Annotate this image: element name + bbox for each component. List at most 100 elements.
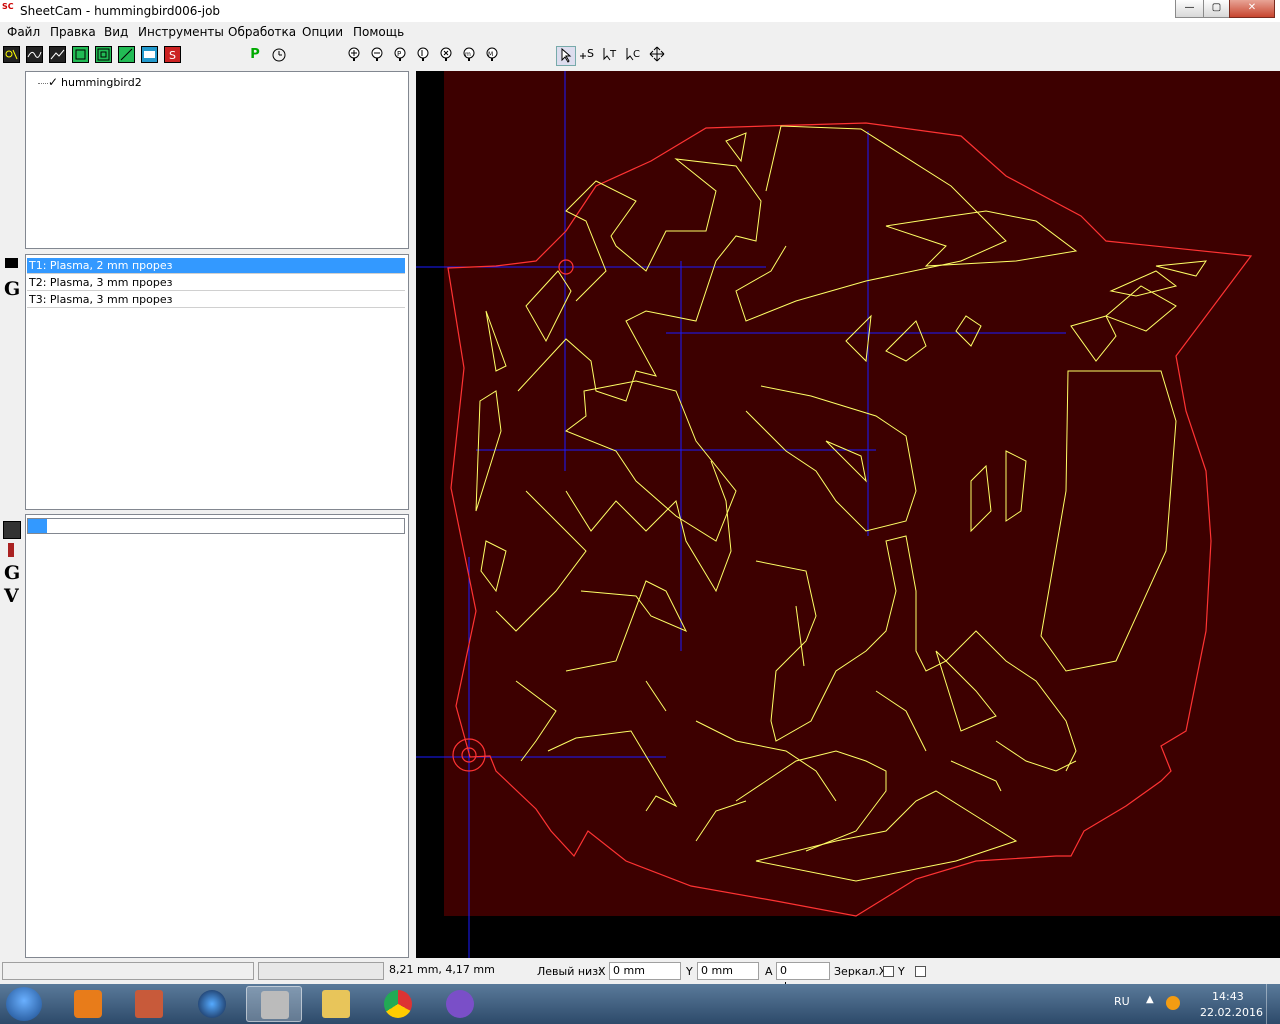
svg-text:S: S	[587, 47, 594, 60]
media-player-icon	[74, 990, 102, 1018]
menu-file[interactable]: Файл	[7, 25, 40, 39]
sidebar-icons: G G V	[0, 71, 24, 958]
menu-processing[interactable]: Обработка	[228, 25, 296, 39]
viber-icon	[446, 990, 474, 1018]
sheetcam-icon	[261, 991, 289, 1019]
globe-icon	[198, 990, 226, 1018]
mirror-x-checkbox[interactable]	[883, 966, 894, 977]
operation-row[interactable]: T2: Plasma, 3 mm прорез	[27, 275, 405, 291]
tools-panel	[25, 514, 409, 958]
progress-fill	[28, 519, 47, 533]
torch-icon	[3, 521, 21, 539]
svg-text:M: M	[488, 51, 493, 58]
folder-icon	[322, 990, 350, 1018]
offset-icon[interactable]	[95, 46, 112, 63]
svg-text:m: m	[465, 51, 471, 58]
svg-text:T: T	[609, 49, 617, 60]
menu-tools[interactable]: Инструменты	[138, 25, 224, 39]
tray-arrow-icon[interactable]: ▲	[1146, 994, 1154, 1005]
operation-row[interactable]: T3: Plasma, 3 mm прорез	[27, 292, 405, 308]
status-progress	[258, 962, 384, 980]
gcode-tool-icon: G	[4, 562, 21, 584]
select-icon[interactable]	[556, 46, 576, 66]
x-input[interactable]: 0 mm	[609, 962, 681, 980]
timer-icon[interactable]	[270, 46, 288, 64]
taskbar-google-earth[interactable]	[184, 986, 240, 1022]
title-bar: SC SheetCam - hummingbird006-job — ▢ ✕	[0, 0, 1280, 22]
layers-panel: ✓ hummingbird2	[25, 71, 409, 249]
rotate-icon[interactable]: C	[625, 46, 643, 64]
operation-row[interactable]: T1: Plasma, 2 mm прорез	[27, 258, 405, 274]
diagonal-icon[interactable]	[118, 46, 135, 63]
start-icon[interactable]: S	[164, 46, 181, 63]
path-icon[interactable]	[49, 46, 66, 63]
zoom-out-icon[interactable]	[368, 46, 386, 64]
taskbar-archive[interactable]	[121, 986, 177, 1022]
toolbar: S P P m M S T C	[0, 42, 1280, 68]
tool-head-icon	[5, 258, 18, 268]
menu-help[interactable]: Помощь	[353, 25, 404, 39]
menu-edit[interactable]: Правка	[50, 25, 96, 39]
sheet	[444, 71, 1280, 916]
v-icon: V	[4, 585, 19, 607]
canvas-view[interactable]	[416, 71, 1280, 958]
drawing-canvas[interactable]	[416, 71, 1280, 958]
zoom-prev-icon[interactable]: P	[391, 46, 409, 64]
minimize-button[interactable]: —	[1175, 0, 1204, 18]
zoom-in-icon[interactable]	[345, 46, 363, 64]
x-label: X	[598, 965, 606, 978]
archive-icon	[135, 990, 163, 1018]
layer-item[interactable]: hummingbird2	[61, 76, 142, 89]
zoom-all-icon[interactable]	[437, 46, 455, 64]
contour-icon[interactable]	[72, 46, 89, 63]
start-point-icon[interactable]: S	[579, 46, 597, 64]
gcode-icon: G	[4, 278, 21, 300]
post-process-button[interactable]: P	[246, 46, 264, 64]
zoom-window-icon[interactable]: M	[483, 46, 501, 64]
taskbar-sheetcam[interactable]	[246, 986, 302, 1022]
move-icon[interactable]	[648, 46, 666, 64]
clock-date[interactable]: 22.02.2016	[1200, 1006, 1263, 1019]
start-button[interactable]	[6, 987, 42, 1021]
svg-text:C: C	[633, 49, 640, 60]
check-icon[interactable]: ✓	[48, 75, 58, 89]
maximize-button[interactable]: ▢	[1203, 0, 1230, 18]
text-cursor-icon[interactable]: T	[602, 46, 620, 64]
taskbar-viber[interactable]	[432, 986, 488, 1022]
chrome-icon	[384, 990, 412, 1018]
taskbar-media-player[interactable]	[60, 986, 116, 1022]
taskbar-file-explorer[interactable]	[308, 986, 364, 1022]
y-input[interactable]: 0 mm	[697, 962, 759, 980]
coords-readout: 8,21 mm, 4,17 mm	[386, 962, 524, 980]
language-indicator[interactable]: RU	[1114, 995, 1130, 1008]
plate-icon[interactable]	[141, 46, 158, 63]
origin-label: Левый низ:	[537, 965, 602, 978]
taskbar: RU ▲ 14:43 22.02.2016	[0, 984, 1280, 1024]
angle-input[interactable]: 0 degrees	[776, 962, 830, 993]
mirror-y-label: Y	[898, 965, 905, 978]
zoom-extent-icon[interactable]: m	[460, 46, 478, 64]
shape-icon[interactable]	[3, 46, 20, 63]
menu-view[interactable]: Вид	[104, 25, 128, 39]
line-icon[interactable]	[26, 46, 43, 63]
mirror-x-label: Зеркал.X	[834, 965, 887, 978]
zoom-fit-icon[interactable]	[414, 46, 432, 64]
svg-text:S: S	[169, 49, 176, 62]
a-label: A	[765, 965, 773, 978]
close-button[interactable]: ✕	[1229, 0, 1275, 18]
status-bar: 8,21 mm, 4,17 mm Левый низ: X 0 mm Y 0 m…	[0, 960, 1280, 993]
tray-app-icon[interactable]	[1166, 996, 1180, 1010]
status-message	[2, 962, 254, 980]
app-icon: SC	[2, 2, 14, 11]
window-title: SheetCam - hummingbird006-job	[20, 4, 221, 18]
y-label: Y	[686, 965, 693, 978]
tree-connector	[38, 83, 48, 84]
taskbar-chrome[interactable]	[370, 986, 426, 1022]
menu-options[interactable]: Опции	[302, 25, 343, 39]
menu-bar: Файл Правка Вид Инструменты Обработка Оп…	[0, 22, 1280, 42]
drill-icon	[8, 543, 14, 557]
show-desktop-button[interactable]	[1266, 984, 1280, 1024]
mirror-y-checkbox[interactable]	[915, 966, 926, 977]
svg-text:P: P	[397, 50, 401, 58]
clock-time[interactable]: 14:43	[1212, 990, 1244, 1003]
